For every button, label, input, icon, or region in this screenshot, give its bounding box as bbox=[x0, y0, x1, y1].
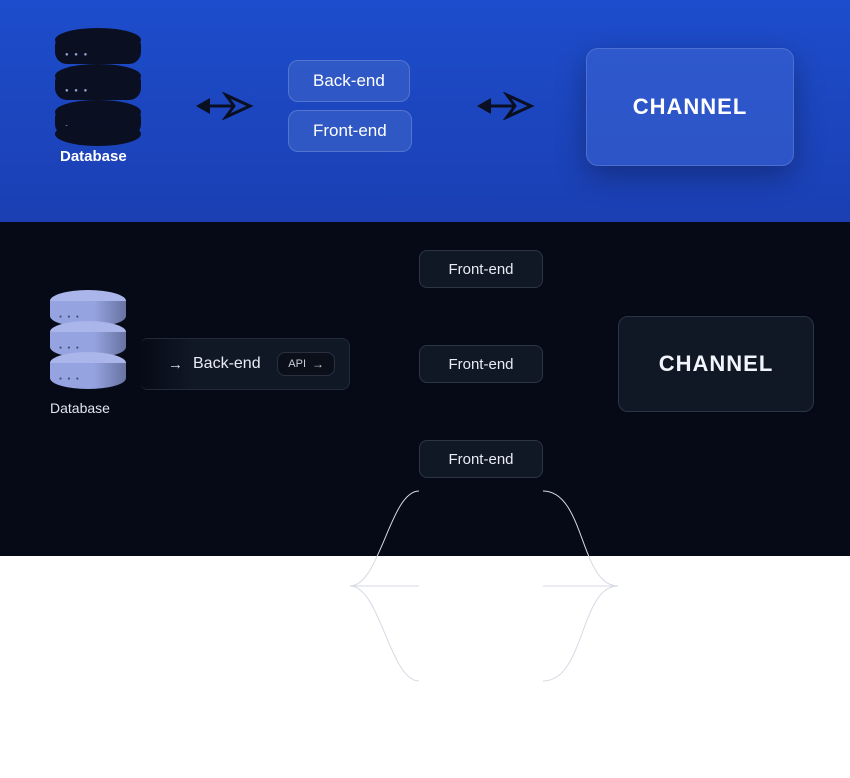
arrow-right-icon: → bbox=[312, 357, 324, 371]
api-label: API bbox=[288, 358, 306, 370]
database-icon: ● ● ● ● ● ● ● ● ● bbox=[50, 290, 126, 390]
backend-box: Back-end bbox=[288, 60, 410, 102]
database-label: Database bbox=[50, 400, 110, 416]
channel-box: CHANNEL bbox=[618, 316, 814, 412]
monolithic-architecture-panel: ● ● ● ● ● ● ● ● ● Database Back-end Fron… bbox=[0, 0, 850, 222]
api-badge: API → bbox=[277, 352, 335, 376]
backend-label: Back-end bbox=[193, 355, 261, 373]
database-icon: ● ● ● ● ● ● ● ● ● bbox=[55, 28, 141, 142]
database-label: Database bbox=[60, 148, 127, 165]
arrow-right-icon: → bbox=[168, 356, 183, 373]
frontend-box: Front-end bbox=[419, 345, 543, 383]
frontend-box: Front-end bbox=[419, 250, 543, 288]
connector-lines bbox=[0, 444, 850, 778]
backend-box: → Back-end API → bbox=[140, 338, 350, 390]
frontend-box: Front-end bbox=[419, 440, 543, 478]
arrow-icon bbox=[477, 92, 537, 120]
arrow-icon bbox=[196, 92, 256, 120]
frontend-box: Front-end bbox=[288, 110, 412, 152]
channel-box: CHANNEL bbox=[586, 48, 794, 166]
